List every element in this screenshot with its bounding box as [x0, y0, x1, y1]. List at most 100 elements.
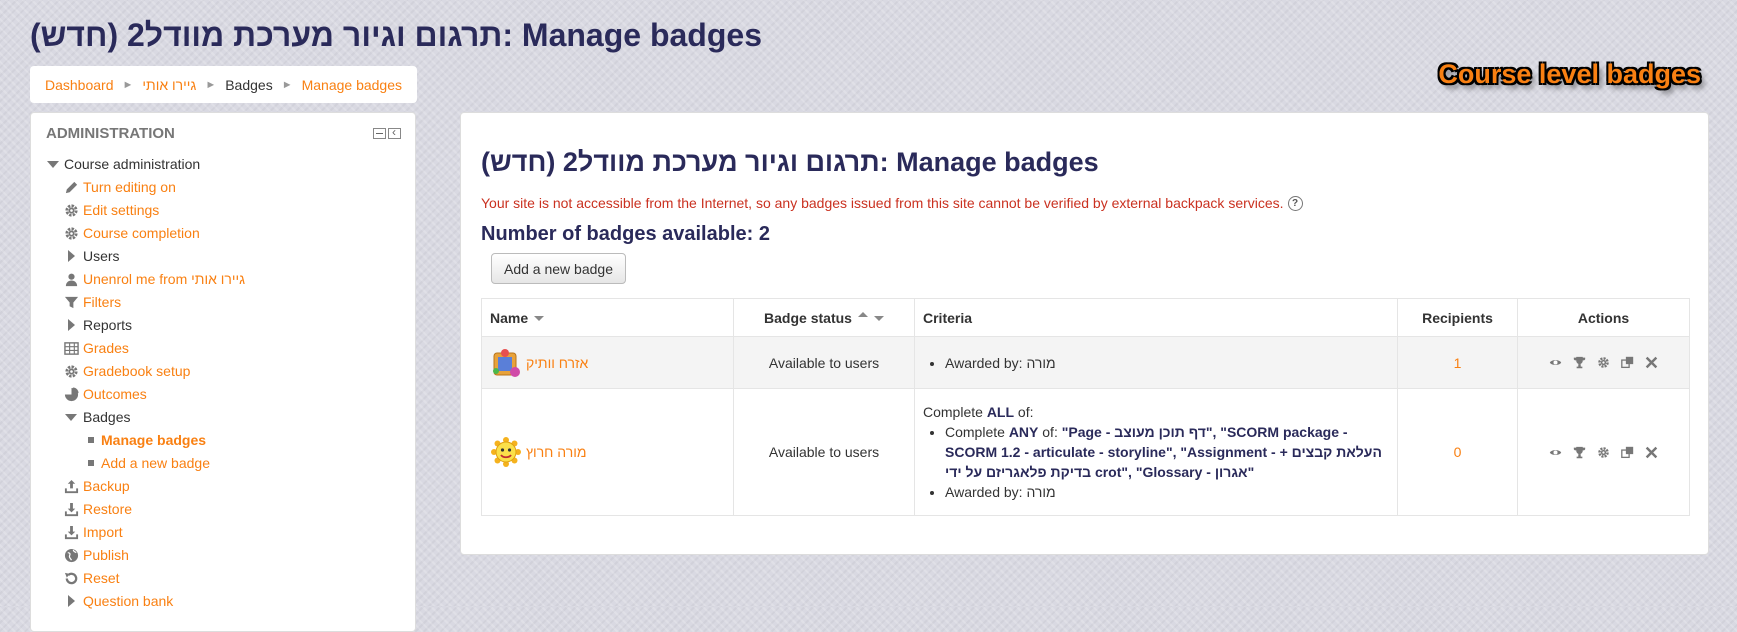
tree-item-gradebook-setup[interactable]: Gradebook setup: [45, 360, 415, 383]
edit-gear-icon[interactable]: [1596, 355, 1611, 370]
criteria-intro: Complete ALL of:: [923, 404, 1034, 420]
collapsed-triangle-icon: [63, 593, 79, 609]
block-header: ADMINISTRATION: [46, 125, 401, 142]
badge-image-icon: [491, 437, 521, 467]
breadcrumb: Dashboard ► גיירו אותי ► Badges ► Manage…: [30, 66, 418, 103]
block-controls: [373, 125, 401, 139]
notice-message: Your site is not accessible from the Int…: [481, 195, 1303, 211]
bullet-icon: [83, 432, 99, 448]
breadcrumb-separator: ►: [122, 78, 134, 91]
criteria-cell: Awarded by: מורה: [914, 336, 1398, 389]
badge-count: Number of badges available: 2: [481, 223, 770, 245]
breadcrumb-separator: ►: [205, 78, 217, 91]
breadcrumb-dashboard[interactable]: Dashboard: [45, 77, 114, 93]
table-header-row: Name Badge status Criteria Recipients Ac…: [481, 298, 1690, 337]
tree-item-manage-badges[interactable]: Manage badges: [45, 429, 415, 452]
tree-item-backup[interactable]: Backup: [45, 475, 415, 498]
recipients-cell: 1: [1397, 336, 1518, 389]
tree-item-turn-editing-on[interactable]: Turn editing on: [45, 176, 415, 199]
header-criteria: Criteria: [914, 298, 1398, 337]
collapsed-triangle-icon: [63, 317, 79, 333]
tree-item-publish[interactable]: Publish: [45, 544, 415, 567]
table-icon: [63, 340, 79, 356]
tree-item-outcomes[interactable]: Outcomes: [45, 383, 415, 406]
sort-desc-icon[interactable]: [873, 316, 884, 322]
tree-item-users[interactable]: Users: [45, 245, 415, 268]
tree-item-badges[interactable]: Badges: [45, 406, 415, 429]
help-icon[interactable]: ?: [1287, 195, 1303, 211]
collapse-block-icon[interactable]: [373, 128, 386, 139]
actions-cell: [1517, 336, 1690, 389]
funnel-icon: [63, 294, 79, 310]
expanded-triangle-icon: [63, 409, 79, 425]
collapsed-triangle-icon: [63, 248, 79, 264]
user-icon: [63, 271, 79, 287]
breadcrumb-badges: Badges: [225, 76, 273, 93]
criteria-activities: Complete ANY of: "Page - דף תוכן מעוצב",…: [945, 422, 1389, 482]
header-name[interactable]: Name: [481, 298, 734, 337]
main-region: (תרגום וגיור מערכת מוודל2 (חדש: Manage b…: [460, 112, 1709, 555]
badge-link[interactable]: מורה חרוץ: [526, 444, 586, 460]
add-new-badge-button[interactable]: Add a new badge: [491, 253, 626, 284]
delete-x-icon[interactable]: [1644, 355, 1659, 370]
tree-item-question-bank[interactable]: Question bank: [45, 590, 415, 613]
upload-icon: [63, 478, 79, 494]
tree-item-course-completion[interactable]: Course completion: [45, 222, 415, 245]
administration-block: ADMINISTRATION Course administration Tur…: [30, 112, 416, 632]
main-heading: (תרגום וגיור מערכת מוודל2 (חדש: Manage b…: [481, 147, 1099, 177]
award-trophy-icon[interactable]: [1572, 445, 1587, 460]
tree-item-restore[interactable]: Restore: [45, 498, 415, 521]
badges-table: Name Badge status Criteria Recipients Ac…: [481, 298, 1690, 516]
reset-icon: [63, 570, 79, 586]
sort-desc-icon[interactable]: [534, 316, 545, 322]
edit-gear-icon[interactable]: [1596, 445, 1611, 460]
badge-status-cell: Available to users: [733, 388, 915, 516]
recipients-link[interactable]: 0: [1454, 444, 1462, 460]
pie-icon: [63, 386, 79, 402]
gear-icon: [63, 363, 79, 379]
tree-item-filters[interactable]: Filters: [45, 291, 415, 314]
actions-cell: [1517, 388, 1690, 516]
hide-eye-icon[interactable]: [1548, 355, 1563, 370]
badge-image-icon: [493, 348, 520, 377]
tree-item-add-new-badge[interactable]: Add a new badge: [45, 452, 415, 475]
badge-status-cell: Available to users: [733, 336, 915, 389]
download-icon: [63, 524, 79, 540]
breadcrumb-manage-badges[interactable]: Manage badges: [302, 77, 402, 93]
hide-eye-icon[interactable]: [1548, 445, 1563, 460]
tree-item-course-administration[interactable]: Course administration: [45, 153, 415, 176]
badge-name-cell: מורה חרוץ: [481, 388, 734, 516]
tree-item-import[interactable]: Import: [45, 521, 415, 544]
delete-x-icon[interactable]: [1644, 445, 1659, 460]
course-level-banner: Course level badges: [1438, 59, 1701, 89]
criteria-awarded: Awarded by: מורה: [945, 353, 1389, 373]
gear-icon: [63, 225, 79, 241]
download-icon: [63, 501, 79, 517]
breadcrumb-separator: ►: [281, 78, 293, 91]
dock-block-icon[interactable]: [388, 125, 401, 139]
tree-item-grades[interactable]: Grades: [45, 337, 415, 360]
breadcrumb-course[interactable]: גיירו אותי: [142, 77, 196, 93]
award-trophy-icon[interactable]: [1572, 355, 1587, 370]
globe-icon: [63, 547, 79, 563]
header-badge-status[interactable]: Badge status: [733, 298, 915, 337]
header-recipients: Recipients: [1397, 298, 1518, 337]
duplicate-icon[interactable]: [1620, 355, 1635, 370]
header-actions: Actions: [1517, 298, 1690, 337]
gear-icon: [63, 202, 79, 218]
criteria-awarded: Awarded by: מורה: [945, 482, 1389, 502]
pencil-icon: [63, 179, 79, 195]
recipients-link[interactable]: 1: [1454, 355, 1462, 371]
tree-item-unenrol[interactable]: Unenrol me from גיירו אותי: [45, 268, 415, 291]
expanded-triangle-icon: [45, 156, 61, 172]
table-row: אזרח וותיק Available to users Awarded by…: [481, 336, 1690, 389]
recipients-cell: 0: [1397, 388, 1518, 516]
block-title: ADMINISTRATION: [46, 125, 175, 142]
table-row: מורה חרוץ Available to users Complete AL…: [481, 388, 1690, 516]
badge-link[interactable]: אזרח וותיק: [526, 355, 588, 371]
tree-item-reset[interactable]: Reset: [45, 567, 415, 590]
sort-asc-icon[interactable]: [857, 311, 868, 317]
duplicate-icon[interactable]: [1620, 445, 1635, 460]
tree-item-edit-settings[interactable]: Edit settings: [45, 199, 415, 222]
tree-item-reports[interactable]: Reports: [45, 314, 415, 337]
